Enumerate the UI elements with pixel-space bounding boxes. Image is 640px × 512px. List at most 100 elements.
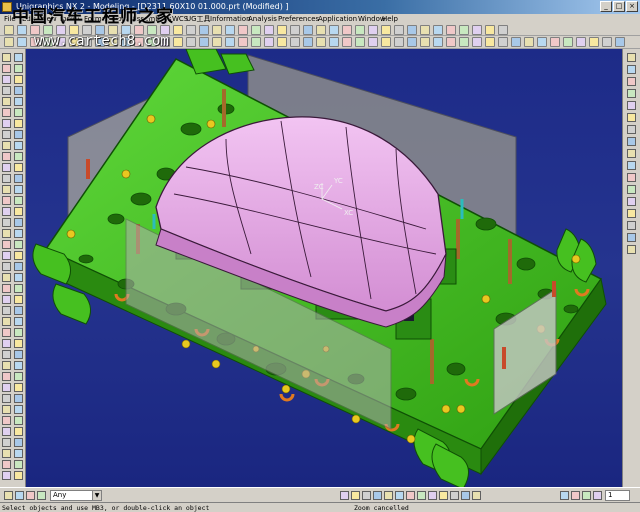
left-tool-button[interactable]: [2, 163, 11, 172]
left-tool-button[interactable]: [2, 152, 11, 161]
left-tool-button[interactable]: [2, 350, 11, 359]
selection-tool-button[interactable]: [4, 491, 13, 500]
view-tool-button[interactable]: [485, 37, 495, 47]
view-tool-button[interactable]: [316, 37, 326, 47]
left-tool-button[interactable]: [2, 306, 11, 315]
left-tool-button[interactable]: [2, 185, 11, 194]
left-tool-button[interactable]: [2, 394, 11, 403]
standard-tool-button[interactable]: [316, 25, 326, 35]
left-tool-button[interactable]: [2, 449, 11, 458]
selection-tool-button[interactable]: [26, 491, 35, 500]
view-tool-button[interactable]: [602, 37, 612, 47]
left-tool-button[interactable]: [14, 449, 23, 458]
left-tool-button[interactable]: [2, 119, 11, 128]
left-tool-button[interactable]: [2, 284, 11, 293]
left-tool-button[interactable]: [14, 284, 23, 293]
left-tool-button[interactable]: [2, 427, 11, 436]
left-tool-button[interactable]: [2, 218, 11, 227]
standard-tool-button[interactable]: [485, 25, 495, 35]
left-tool-button[interactable]: [14, 416, 23, 425]
view-tool-button[interactable]: [173, 37, 183, 47]
right-tool-button[interactable]: [627, 137, 636, 146]
right-tool-button[interactable]: [627, 53, 636, 62]
standard-tool-button[interactable]: [277, 25, 287, 35]
view-tool-button[interactable]: [381, 37, 391, 47]
left-tool-button[interactable]: [14, 130, 23, 139]
view-tool-button[interactable]: [368, 37, 378, 47]
right-tool-button[interactable]: [627, 173, 636, 182]
left-tool-button[interactable]: [2, 207, 11, 216]
view-tool-button[interactable]: [303, 37, 313, 47]
left-tool-button[interactable]: [2, 196, 11, 205]
view-tool-button[interactable]: [277, 37, 287, 47]
view-tool-button[interactable]: [264, 37, 274, 47]
standard-tool-button[interactable]: [212, 25, 222, 35]
view-tool-button[interactable]: [4, 37, 14, 47]
view-tool-button[interactable]: [524, 37, 534, 47]
left-tool-button[interactable]: [2, 251, 11, 260]
left-tool-button[interactable]: [2, 64, 11, 73]
left-tool-button[interactable]: [2, 141, 11, 150]
right-tool-button[interactable]: [627, 77, 636, 86]
left-tool-button[interactable]: [14, 273, 23, 282]
selection-tool-button[interactable]: [351, 491, 360, 500]
selection-tool-button[interactable]: [439, 491, 448, 500]
menu-preferences[interactable]: Preferences: [278, 14, 319, 24]
left-tool-button[interactable]: [14, 350, 23, 359]
left-tool-button[interactable]: [14, 240, 23, 249]
left-tool-button[interactable]: [14, 317, 23, 326]
left-tool-button[interactable]: [14, 383, 23, 392]
selection-tool-button[interactable]: [560, 491, 569, 500]
left-tool-button[interactable]: [2, 229, 11, 238]
standard-tool-button[interactable]: [303, 25, 313, 35]
standard-tool-button[interactable]: [368, 25, 378, 35]
left-tool-button[interactable]: [14, 405, 23, 414]
left-tool-button[interactable]: [2, 75, 11, 84]
view-tool-button[interactable]: [420, 37, 430, 47]
left-tool-button[interactable]: [2, 405, 11, 414]
left-tool-button[interactable]: [2, 295, 11, 304]
left-tool-button[interactable]: [2, 372, 11, 381]
close-button[interactable]: ×: [626, 1, 638, 12]
standard-tool-button[interactable]: [238, 25, 248, 35]
menu-help[interactable]: Help: [382, 14, 398, 24]
standard-tool-button[interactable]: [199, 25, 209, 35]
view-tool-button[interactable]: [186, 37, 196, 47]
left-tool-button[interactable]: [14, 185, 23, 194]
work-layer-input[interactable]: 1: [605, 490, 630, 501]
standard-tool-button[interactable]: [225, 25, 235, 35]
standard-tool-button[interactable]: [407, 25, 417, 35]
left-tool-button[interactable]: [14, 394, 23, 403]
left-tool-button[interactable]: [14, 196, 23, 205]
selection-tool-button[interactable]: [362, 491, 371, 500]
left-tool-button[interactable]: [2, 438, 11, 447]
right-tool-button[interactable]: [627, 113, 636, 122]
selection-tool-button[interactable]: [593, 491, 602, 500]
view-tool-button[interactable]: [199, 37, 209, 47]
left-tool-button[interactable]: [2, 317, 11, 326]
view-tool-button[interactable]: [290, 37, 300, 47]
view-tool-button[interactable]: [238, 37, 248, 47]
view-tool-button[interactable]: [17, 37, 27, 47]
left-tool-button[interactable]: [2, 471, 11, 480]
left-tool-button[interactable]: [14, 53, 23, 62]
view-tool-button[interactable]: [498, 37, 508, 47]
view-tool-button[interactable]: [407, 37, 417, 47]
selection-tool-button[interactable]: [472, 491, 481, 500]
left-tool-button[interactable]: [14, 86, 23, 95]
left-tool-button[interactable]: [2, 416, 11, 425]
standard-tool-button[interactable]: [329, 25, 339, 35]
view-tool-button[interactable]: [212, 37, 222, 47]
left-tool-button[interactable]: [2, 262, 11, 271]
left-tool-button[interactable]: [2, 383, 11, 392]
left-tool-button[interactable]: [2, 361, 11, 370]
left-tool-button[interactable]: [14, 97, 23, 106]
view-tool-button[interactable]: [394, 37, 404, 47]
left-tool-button[interactable]: [14, 75, 23, 84]
standard-tool-button[interactable]: [264, 25, 274, 35]
view-tool-button[interactable]: [550, 37, 560, 47]
standard-tool-button[interactable]: [446, 25, 456, 35]
view-tool-button[interactable]: [472, 37, 482, 47]
left-tool-button[interactable]: [2, 460, 11, 469]
view-tool-button[interactable]: [563, 37, 573, 47]
